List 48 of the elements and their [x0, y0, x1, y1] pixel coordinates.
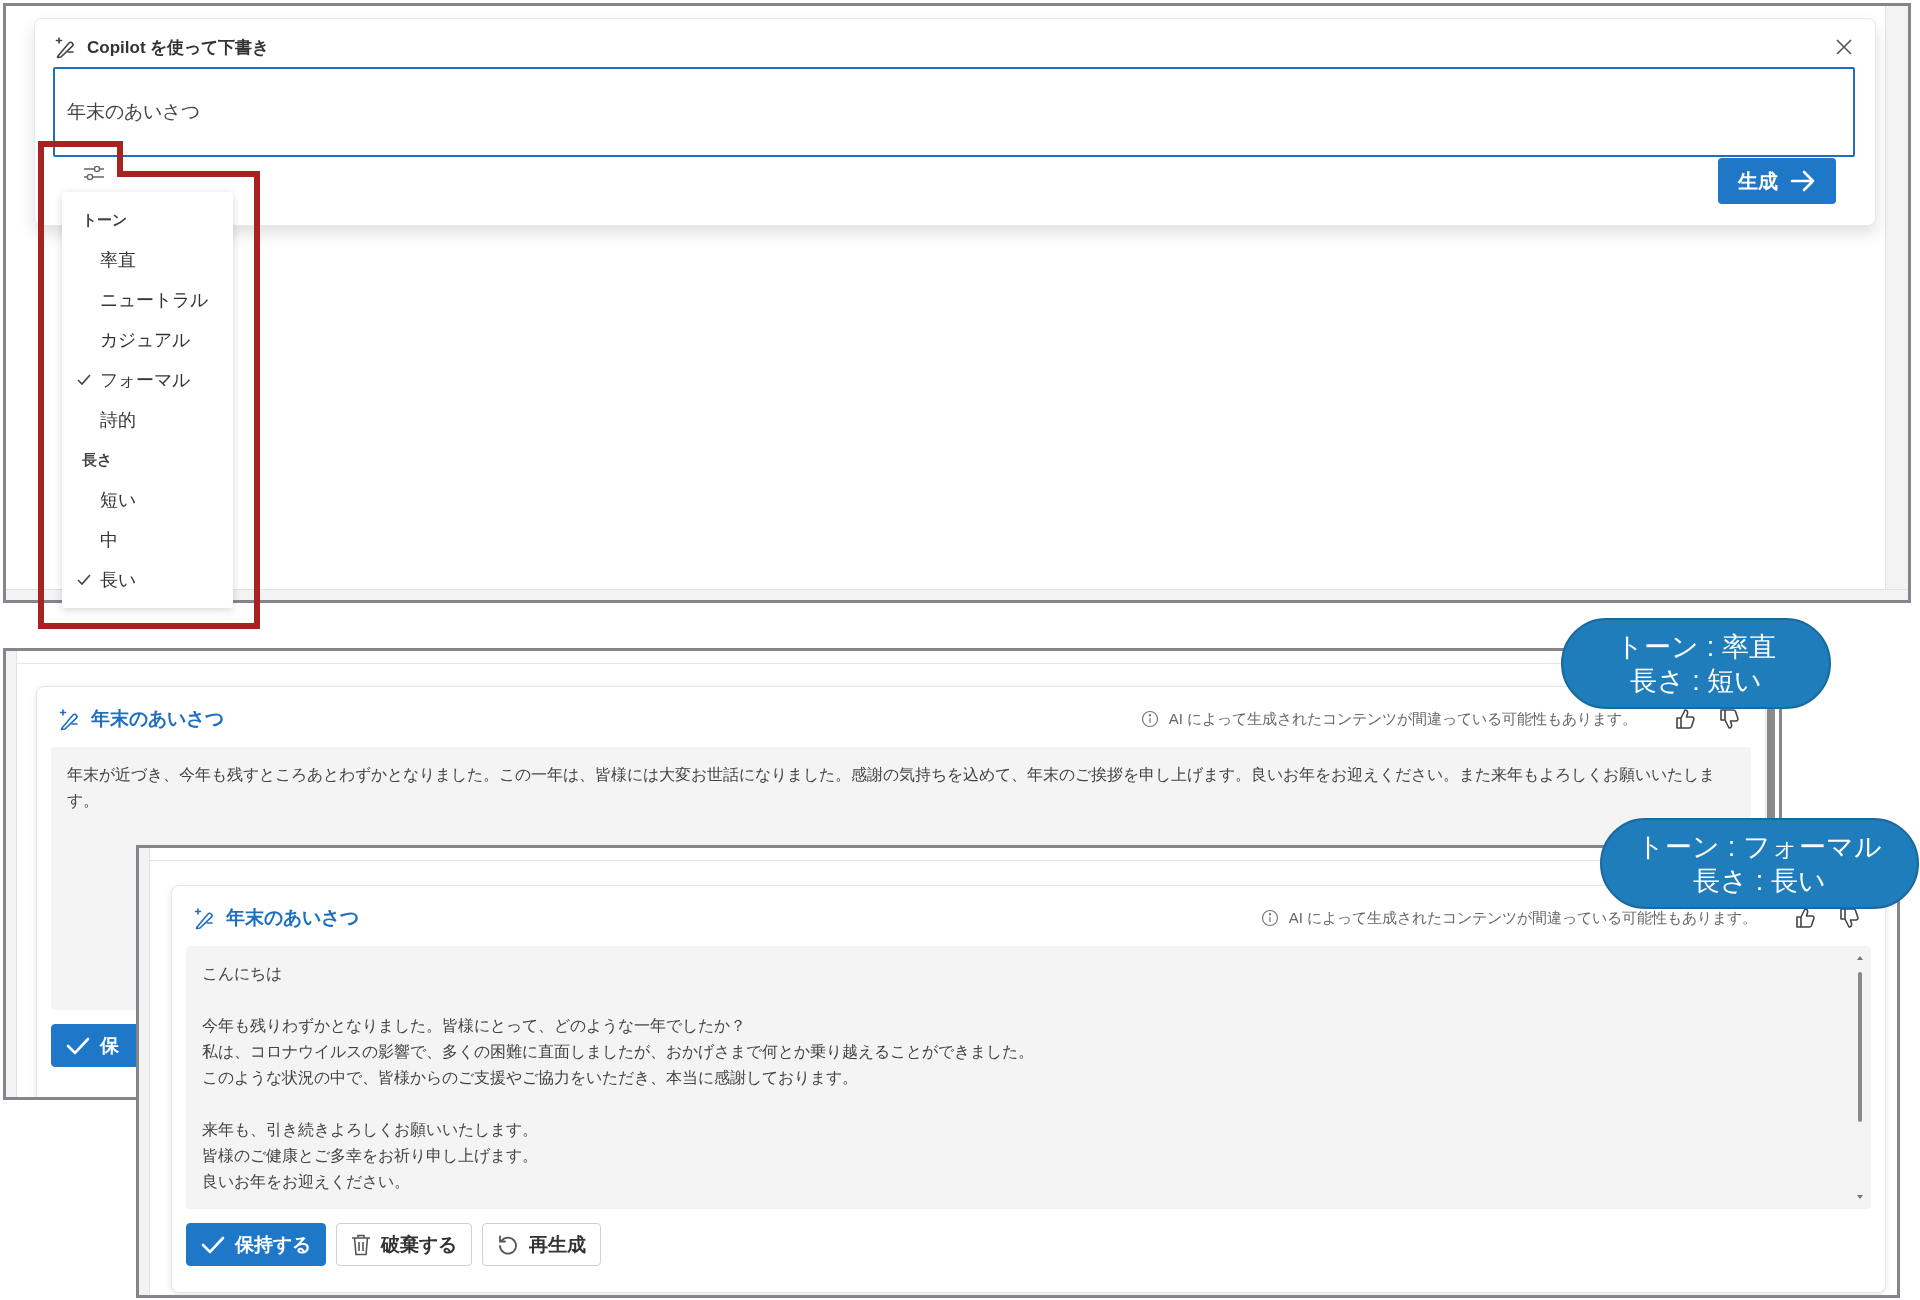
text-line: 私は、コロナウイルスの影響で、多くの困難に直面しましたが、おかげさまで何とか乗り越えることができました。 — [202, 1041, 1035, 1062]
text-line: 皆様のご健康とご多幸をお祈り申し上げます。 — [202, 1145, 539, 1166]
callout-label: トーン : フォーマル — [1637, 830, 1882, 864]
trash-icon — [351, 1233, 371, 1256]
menu-section-heading: 長さ — [81, 450, 113, 470]
menu-item[interactable]: 率直 — [62, 240, 233, 280]
menu-item[interactable]: フォーマル — [62, 360, 233, 400]
callout-label: トーン : 率直 — [1616, 630, 1776, 664]
menu-item[interactable]: 中 — [62, 520, 233, 560]
menu-item[interactable]: 詩的 — [62, 400, 233, 440]
text-line: このような状況の中で、皆様からのご支援やご協力をいただき、本当に感謝しております。 — [202, 1067, 859, 1088]
disclaimer-text: AI によって生成されたコンテンツが間違っている可能性もあります。 — [1288, 908, 1757, 928]
scrollbar[interactable] — [1855, 954, 1865, 1201]
keep-button[interactable]: 保持する — [186, 1223, 326, 1266]
callout-label: 長さ : 長い — [1693, 864, 1826, 898]
result-title: 年末のあいさつ — [91, 707, 224, 731]
text-line: 良いお年をお迎えください。 — [202, 1171, 411, 1192]
info-icon — [1260, 909, 1279, 927]
generate-button[interactable]: 生成 — [1718, 158, 1836, 204]
sliders-icon[interactable] — [83, 163, 105, 183]
text-line: 年末が近づき、今年も残すところあとわずかとなりました。この一年は、皆様には大変お世話になりました。感謝の気持ちを込めて、年末のご挨拶を申し上げます。良いお年をお迎えください。また来年もよろしくお願いいたします。 — [67, 764, 1716, 811]
text-line: こんにちは — [202, 963, 283, 984]
text-line: 今年も残りわずかとなりました。皆様にとって、どのような一年でしたか？ — [202, 1015, 747, 1036]
disclaimer-text: AI によって生成されたコンテンツが間違っている可能性もあります。 — [1168, 709, 1637, 729]
menu-item[interactable]: 長い — [62, 560, 233, 600]
regenerate-button[interactable]: 再生成 — [482, 1223, 601, 1266]
info-icon — [1140, 710, 1159, 728]
callout-label: 長さ : 短い — [1629, 664, 1763, 698]
discard-button[interactable]: 破棄する — [336, 1223, 472, 1266]
thumbs-down-icon[interactable] — [1837, 906, 1861, 930]
sparkle-pen-icon — [192, 906, 216, 930]
menu-item[interactable]: 短い — [62, 480, 233, 520]
menu-item[interactable]: カジュアル — [62, 320, 233, 360]
sparkle-pen-icon — [53, 35, 77, 59]
menu-item[interactable]: ニュートラル — [62, 280, 233, 320]
thumbs-up-icon[interactable] — [1793, 906, 1817, 930]
prompt-field[interactable]: 年末のあいさつ — [53, 67, 1855, 157]
arrow-icon — [1790, 170, 1816, 192]
thumbs-down-icon[interactable] — [1717, 707, 1741, 731]
refresh-icon — [497, 1233, 519, 1256]
dialog-title: Copilot を使って下書き — [87, 36, 270, 59]
check-icon — [66, 1035, 90, 1056]
thumbs-up-icon[interactable] — [1673, 707, 1697, 731]
result-title: 年末のあいさつ — [226, 906, 359, 930]
text-line: 来年も、引き続きよろしくお願いいたします。 — [202, 1119, 539, 1140]
sparkle-pen-icon — [57, 707, 81, 731]
check-icon — [201, 1234, 225, 1255]
menu-section-heading: トーン — [81, 210, 128, 230]
